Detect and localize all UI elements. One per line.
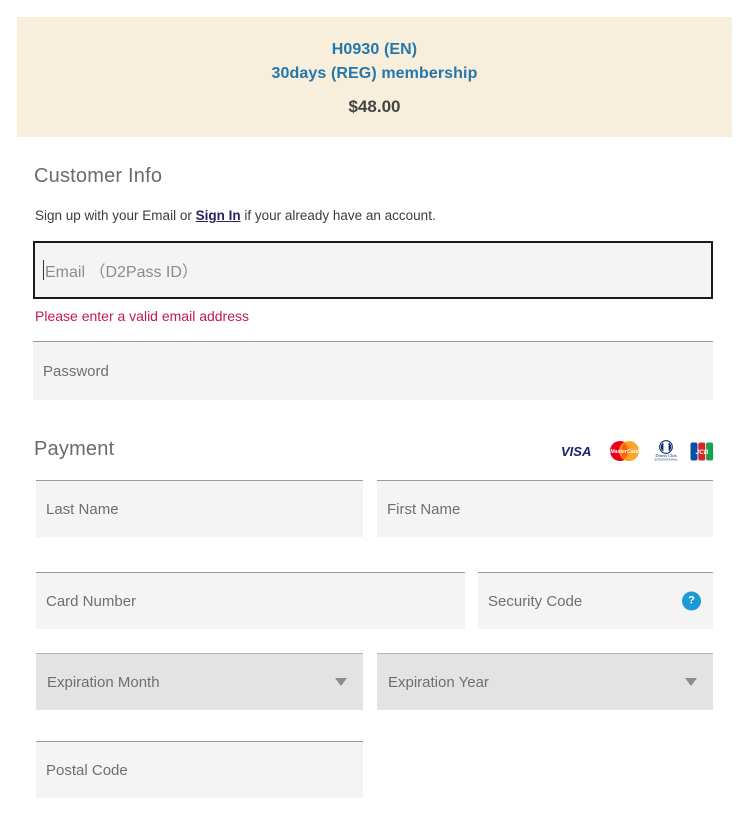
expiration-month-select[interactable]: Expiration Month: [36, 653, 363, 710]
postal-code-input[interactable]: Postal Code: [36, 741, 363, 798]
email-placeholder: Email （D2Pass ID）: [45, 264, 198, 281]
accepted-card-logos: VISA MasterCard Diners Club INTERNATIONA…: [560, 440, 714, 462]
text-cursor: [43, 260, 44, 280]
sign-in-link[interactable]: Sign In: [196, 208, 241, 223]
password-placeholder: Password: [43, 362, 109, 380]
svg-text:JCB: JCB: [695, 449, 708, 456]
product-code: H0930 (EN): [331, 40, 418, 58]
checkout-page: H0930 (EN) 30days (REG) membership $48.0…: [0, 0, 749, 827]
chevron-down-icon: [335, 678, 347, 686]
postal-code-placeholder: Postal Code: [46, 761, 128, 779]
security-code-input[interactable]: Security Code ?: [478, 572, 713, 629]
visa-icon: VISA: [561, 444, 591, 458]
signup-note: Sign up with your Email or Sign In if yo…: [35, 208, 436, 223]
mastercard-icon: MasterCard: [610, 441, 640, 461]
signup-note-text-before: Sign up with your Email or: [35, 208, 196, 223]
first-name-input[interactable]: First Name: [377, 480, 713, 537]
product-summary-banner: H0930 (EN) 30days (REG) membership $48.0…: [17, 17, 732, 137]
diners-club-icon: Diners Club INTERNATIONAL: [654, 440, 678, 462]
payment-heading: Payment: [34, 438, 115, 460]
card-number-placeholder: Card Number: [46, 592, 137, 610]
expiration-year-placeholder: Expiration Year: [388, 673, 489, 691]
svg-text:VISA: VISA: [561, 444, 591, 458]
email-input[interactable]: Email （D2Pass ID）: [33, 241, 713, 299]
chevron-down-icon: [685, 678, 697, 686]
customer-info-heading: Customer Info: [34, 165, 163, 187]
signup-note-text-after: if your already have an account.: [240, 208, 436, 223]
security-code-help-icon[interactable]: ?: [682, 591, 701, 611]
product-plan: 30days (REG) membership: [271, 64, 478, 82]
email-error-message: Please enter a valid email address: [35, 308, 250, 324]
product-price: $48.00: [348, 96, 401, 116]
expiration-year-select[interactable]: Expiration Year: [377, 653, 713, 710]
svg-text:MasterCard: MasterCard: [610, 449, 639, 455]
password-input[interactable]: Password: [33, 341, 713, 400]
last-name-placeholder: Last Name: [46, 500, 119, 518]
security-code-placeholder: Security Code: [488, 592, 583, 610]
last-name-input[interactable]: Last Name: [36, 480, 363, 537]
svg-text:INTERNATIONAL: INTERNATIONAL: [654, 458, 677, 462]
card-number-input[interactable]: Card Number: [36, 572, 465, 629]
jcb-icon: JCB: [690, 442, 714, 460]
first-name-placeholder: First Name: [387, 500, 461, 518]
expiration-month-placeholder: Expiration Month: [47, 673, 160, 691]
